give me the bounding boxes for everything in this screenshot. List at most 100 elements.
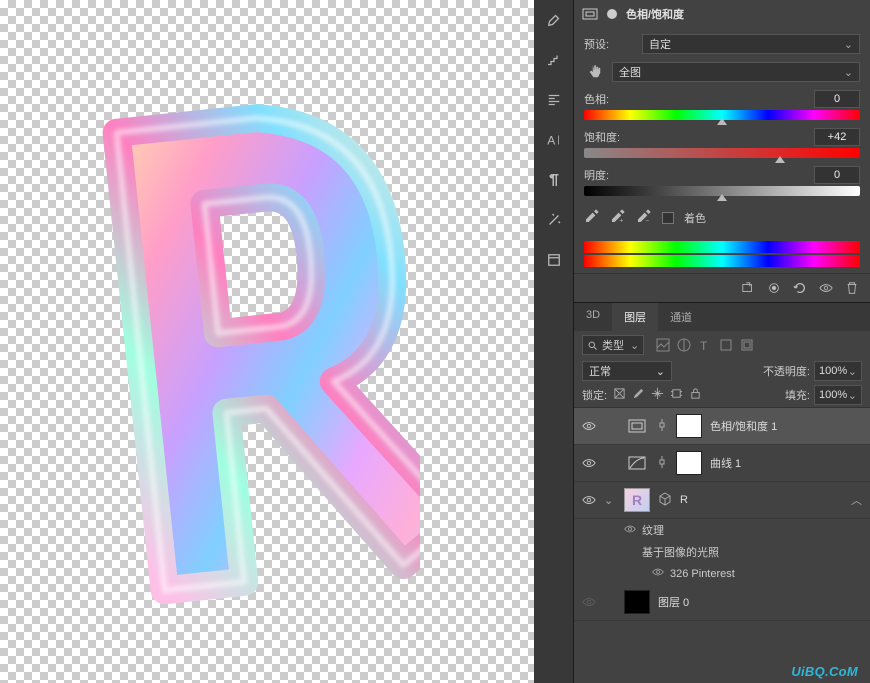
layer-thumbnail[interactable]: R	[624, 488, 650, 512]
hue-slider[interactable]	[584, 110, 860, 120]
layer-name: R	[680, 494, 688, 506]
adjustment-panel-header: 色相/饱和度	[574, 0, 870, 28]
lightness-slider[interactable]	[584, 186, 860, 196]
pilcrow-icon[interactable]	[538, 168, 570, 192]
eyedropper-icon[interactable]	[584, 208, 600, 227]
sublayer-label: 326 Pinterest	[670, 568, 735, 580]
blend-mode-value: 正常	[589, 363, 611, 379]
chevron-down-icon: ⌄	[630, 339, 639, 352]
panel-tabs: 3D 图层 通道	[574, 303, 870, 331]
visibility-toggle-icon[interactable]	[582, 456, 596, 470]
watermark: UiBQ.CoM	[791, 664, 858, 679]
svg-text:T: T	[700, 339, 708, 352]
sublayer-texture[interactable]: 纹理	[624, 519, 870, 541]
fill-input[interactable]: 100% ⌄	[814, 385, 862, 405]
tab-channels[interactable]: 通道	[658, 303, 704, 331]
link-icon	[658, 418, 668, 435]
panel-icon[interactable]	[538, 248, 570, 272]
svg-text:−: −	[645, 218, 649, 224]
spectrum-bars	[584, 241, 860, 267]
svg-text:A: A	[547, 134, 555, 148]
layer-thumbnail[interactable]	[624, 590, 650, 614]
opacity-label: 不透明度:	[763, 363, 810, 379]
sublayer-label: 纹理	[642, 522, 664, 538]
layer-row-bg[interactable]: 图层 0	[574, 584, 870, 621]
panel-title: 色相/饱和度	[626, 6, 684, 22]
filter-label: 类型	[602, 337, 624, 353]
adjustment-footer-bar	[574, 273, 870, 303]
colorize-checkbox[interactable]	[662, 212, 674, 224]
hue-label: 色相:	[584, 91, 609, 107]
filter-shape-icon[interactable]	[719, 338, 733, 352]
tab-layers[interactable]: 图层	[612, 303, 658, 331]
reset-icon[interactable]	[792, 280, 808, 296]
chevron-up-icon[interactable]: ︿	[851, 492, 862, 508]
visibility-toggle-icon[interactable]	[582, 419, 596, 433]
lightness-label: 明度:	[584, 167, 609, 183]
canvas[interactable]	[0, 0, 534, 683]
cube-3d-icon	[658, 492, 672, 509]
link-icon	[658, 455, 668, 472]
lightness-value-input[interactable]: 0	[814, 166, 860, 184]
visibility-toggle-icon[interactable]	[582, 595, 596, 609]
spectrum-top	[584, 241, 860, 253]
mask-thumbnail[interactable]	[676, 451, 702, 475]
clip-to-layer-icon[interactable]	[740, 280, 756, 296]
sublayer-pinterest[interactable]: 326 Pinterest	[624, 563, 870, 584]
chevron-down-icon: ⌄	[844, 38, 853, 51]
chevron-down-icon: ⌄	[844, 66, 853, 79]
tool-strip: A	[534, 0, 574, 683]
preset-select[interactable]: 自定 ⌄	[642, 34, 860, 54]
sublayers: 纹理 基于图像的光照 326 Pinterest	[574, 519, 870, 584]
channel-select[interactable]: 全图 ⌄	[612, 62, 860, 82]
canvas-letter-r	[80, 80, 420, 620]
brush-icon[interactable]	[538, 8, 570, 32]
lock-transparent-icon[interactable]	[613, 387, 626, 403]
saturation-slider[interactable]	[584, 148, 860, 158]
curves-adj-icon	[624, 451, 650, 475]
saturation-label: 饱和度:	[584, 129, 620, 145]
layer-filter-select[interactable]: 类型 ⌄	[582, 335, 644, 355]
paragraph-align-icon[interactable]	[538, 88, 570, 112]
eyedropper-plus-icon[interactable]: +	[610, 208, 626, 227]
tab-3d[interactable]: 3D	[574, 303, 612, 331]
hue-value-input[interactable]: 0	[814, 90, 860, 108]
chevron-down-icon[interactable]: ⌄	[604, 494, 616, 507]
eyedropper-minus-icon[interactable]: −	[636, 208, 652, 227]
chevron-down-icon: ⌄	[848, 365, 857, 378]
layer-row-hs[interactable]: 色相/饱和度 1	[574, 408, 870, 445]
fill-value: 100%	[819, 389, 847, 401]
visibility-toggle-icon[interactable]	[624, 523, 636, 538]
targeted-adjust-icon[interactable]	[584, 63, 606, 81]
filter-pixel-icon[interactable]	[656, 338, 670, 352]
channel-value: 全图	[619, 64, 641, 80]
blend-mode-select[interactable]: 正常 ⌄	[582, 361, 672, 381]
trash-icon[interactable]	[844, 280, 860, 296]
sublayer-ibl[interactable]: 基于图像的光照	[624, 541, 870, 563]
visibility-toggle-icon[interactable]	[652, 566, 664, 581]
visibility-toggle-icon[interactable]	[582, 493, 596, 507]
character-icon[interactable]: A	[538, 128, 570, 152]
lock-all-icon[interactable]	[689, 387, 702, 403]
layer-row-r[interactable]: ⌄ R R ︿	[574, 482, 870, 519]
preset-value: 自定	[649, 36, 671, 52]
view-previous-icon[interactable]	[766, 280, 782, 296]
filter-adjustment-icon[interactable]	[677, 338, 691, 352]
visibility-icon[interactable]	[818, 280, 834, 296]
mask-icon	[604, 7, 620, 21]
opacity-input[interactable]: 100% ⌄	[814, 361, 862, 381]
lock-artboard-icon[interactable]	[670, 387, 683, 403]
layer-row-curves[interactable]: 曲线 1	[574, 445, 870, 482]
chevron-down-icon: ⌄	[656, 365, 665, 378]
hs-adj-icon	[624, 414, 650, 438]
preset-label: 预设:	[584, 36, 636, 52]
step-icon[interactable]	[538, 48, 570, 72]
filter-type-icon[interactable]: T	[698, 338, 712, 352]
lock-paint-icon[interactable]	[632, 387, 645, 403]
fill-label: 填充:	[785, 387, 810, 403]
lock-position-icon[interactable]	[651, 387, 664, 403]
mask-thumbnail[interactable]	[676, 414, 702, 438]
filter-smart-icon[interactable]	[740, 338, 754, 352]
saturation-value-input[interactable]: +42	[814, 128, 860, 146]
tools-icon[interactable]	[538, 208, 570, 232]
